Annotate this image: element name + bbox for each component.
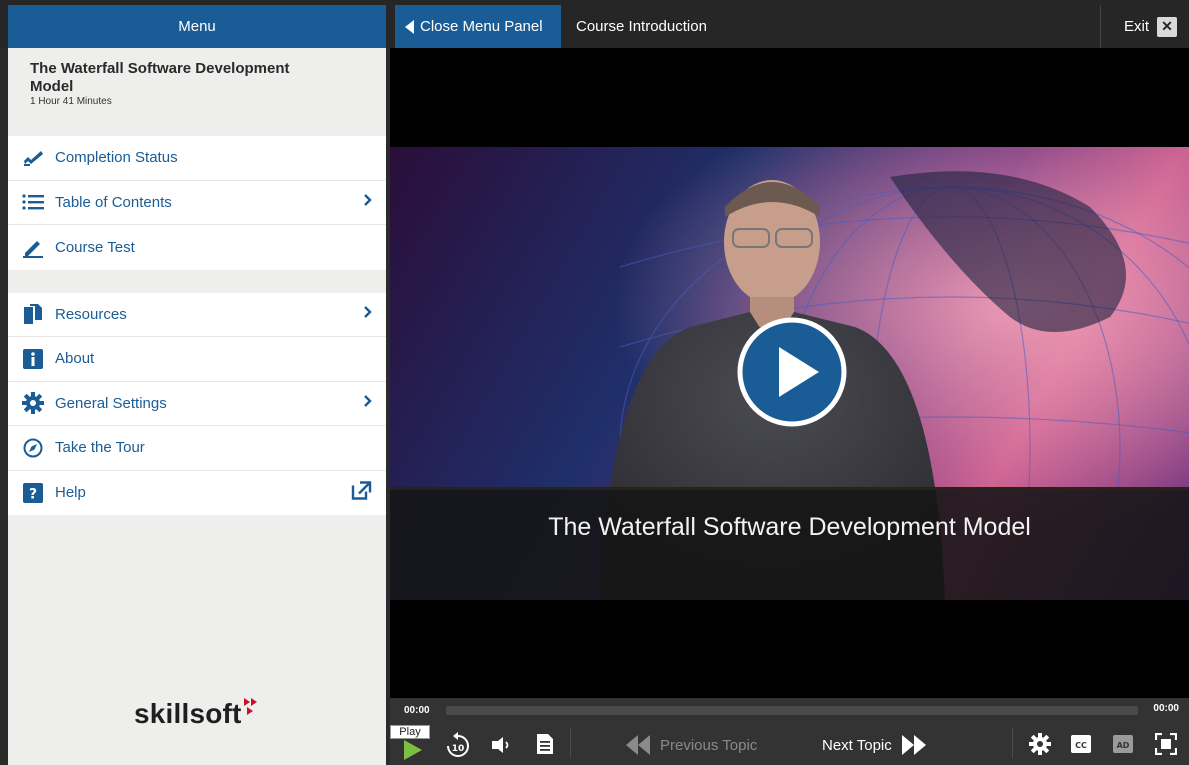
video-title-caption: The Waterfall Software Development Model bbox=[548, 513, 1031, 541]
volume-icon bbox=[492, 737, 509, 753]
play-circle-icon bbox=[737, 317, 847, 427]
compass-icon bbox=[22, 437, 44, 459]
menu-item-resources[interactable]: Resources bbox=[8, 293, 386, 337]
close-icon: ✕ bbox=[1157, 16, 1178, 37]
menu-item-label: About bbox=[55, 350, 95, 368]
course-player: Menu Close Menu Panel Course Introductio… bbox=[0, 0, 1189, 765]
close-menu-panel-label: Close Menu Panel bbox=[420, 18, 543, 35]
caret-left-icon bbox=[405, 19, 414, 34]
menu-item-label: Resources bbox=[55, 305, 127, 323]
double-chevron-right-icon bbox=[901, 735, 926, 755]
exit-button[interactable]: Exit ✕ bbox=[1100, 5, 1189, 48]
player-settings-button[interactable] bbox=[1028, 732, 1052, 756]
video-player[interactable]: The Waterfall Software Development Model bbox=[390, 48, 1189, 698]
play-icon bbox=[404, 740, 422, 760]
logo-text: skillsoft bbox=[133, 698, 242, 729]
video-frame: The Waterfall Software Development Model bbox=[390, 147, 1189, 600]
exit-label: Exit bbox=[1124, 18, 1150, 35]
menu-item-about[interactable]: About bbox=[8, 337, 386, 382]
previous-topic-label: Previous Topic bbox=[660, 736, 758, 754]
svg-text:AD: AD bbox=[1117, 741, 1130, 750]
control-bar: Play 10 Previous Topic Next Topic CC AD bbox=[390, 720, 1189, 765]
menu-item-help[interactable]: ? Help bbox=[8, 471, 386, 516]
double-chevron-left-icon bbox=[626, 735, 650, 755]
svg-text:10: 10 bbox=[452, 744, 465, 754]
next-topic-label: Next Topic bbox=[822, 736, 892, 754]
play-button[interactable] bbox=[400, 738, 424, 762]
course-duration: 1 Hour 41 Minutes bbox=[30, 96, 112, 107]
audio-description-button[interactable]: AD bbox=[1112, 734, 1134, 754]
cc-icon: CC bbox=[1071, 735, 1091, 753]
previous-topic-button[interactable]: Previous Topic bbox=[626, 730, 757, 760]
big-play-button[interactable] bbox=[737, 317, 847, 427]
top-bar: Menu Close Menu Panel Course Introductio… bbox=[0, 0, 1189, 48]
menu-item-label: Course Test bbox=[55, 238, 135, 256]
external-link-icon[interactable] bbox=[350, 480, 372, 505]
current-time: 00:00 bbox=[404, 705, 430, 716]
lower-third-bar bbox=[390, 487, 1189, 600]
menu-divider bbox=[8, 269, 386, 293]
rewind-10-button[interactable]: 10 bbox=[444, 730, 472, 760]
course-card: The Waterfall Software Development Model… bbox=[8, 48, 386, 136]
completion-icon bbox=[22, 147, 44, 169]
transcript-icon bbox=[537, 734, 553, 754]
menu-title: Menu bbox=[178, 18, 216, 35]
chevron-right-icon bbox=[363, 305, 372, 323]
course-title: The Waterfall Software Development Model bbox=[30, 60, 290, 95]
list-icon bbox=[22, 191, 44, 213]
svg-text:?: ? bbox=[29, 486, 37, 502]
rewind-icon: 10 bbox=[447, 732, 469, 757]
menu-item-label: General Settings bbox=[55, 394, 167, 412]
menu-item-general-settings[interactable]: General Settings bbox=[8, 382, 386, 426]
ad-icon: AD bbox=[1113, 735, 1133, 753]
section-title: Course Introduction bbox=[576, 18, 707, 35]
menu-item-course-test[interactable]: Course Test bbox=[8, 225, 386, 270]
transcript-button[interactable] bbox=[534, 730, 556, 758]
menu-panel: The Waterfall Software Development Model… bbox=[8, 48, 386, 765]
chevron-right-icon bbox=[363, 193, 372, 211]
menu-header: Menu bbox=[8, 5, 386, 48]
control-separator bbox=[1012, 728, 1013, 758]
gear-icon bbox=[1029, 733, 1051, 755]
next-topic-button[interactable]: Next Topic bbox=[822, 730, 926, 760]
pencil-icon bbox=[22, 236, 44, 259]
svg-text:CC: CC bbox=[1075, 741, 1087, 750]
close-menu-panel-button[interactable]: Close Menu Panel bbox=[395, 5, 561, 48]
menu-item-table-of-contents[interactable]: Table of Contents bbox=[8, 181, 386, 225]
help-icon: ? bbox=[22, 482, 44, 504]
play-tooltip: Play bbox=[390, 725, 430, 739]
fullscreen-button[interactable] bbox=[1154, 732, 1178, 756]
menu-item-completion-status[interactable]: Completion Status bbox=[8, 136, 386, 181]
menu-item-label: Table of Contents bbox=[55, 193, 172, 211]
seek-bar[interactable] bbox=[446, 706, 1138, 715]
total-time: 00:00 bbox=[1153, 703, 1179, 714]
menu-group-primary: Completion Status Table of Contents Cour… bbox=[8, 136, 386, 270]
chevron-right-icon bbox=[363, 394, 372, 412]
menu-item-label: Completion Status bbox=[55, 149, 178, 167]
menu-item-label: Help bbox=[55, 484, 86, 502]
volume-button[interactable] bbox=[488, 732, 516, 758]
menu-item-take-the-tour[interactable]: Take the Tour bbox=[8, 426, 386, 471]
info-icon bbox=[22, 348, 44, 370]
gear-icon bbox=[22, 392, 44, 415]
logo-arrows-icon bbox=[244, 698, 258, 715]
progress-row: 00:00 00:00 bbox=[390, 698, 1189, 720]
menu-group-secondary: Resources About General Settings Take th… bbox=[8, 292, 386, 516]
documents-icon bbox=[22, 303, 44, 325]
menu-item-label: Take the Tour bbox=[55, 439, 145, 457]
control-separator bbox=[570, 728, 571, 758]
closed-captions-button[interactable]: CC bbox=[1070, 734, 1092, 754]
fullscreen-icon bbox=[1155, 733, 1177, 755]
skillsoft-logo: skillsoft bbox=[8, 698, 386, 730]
